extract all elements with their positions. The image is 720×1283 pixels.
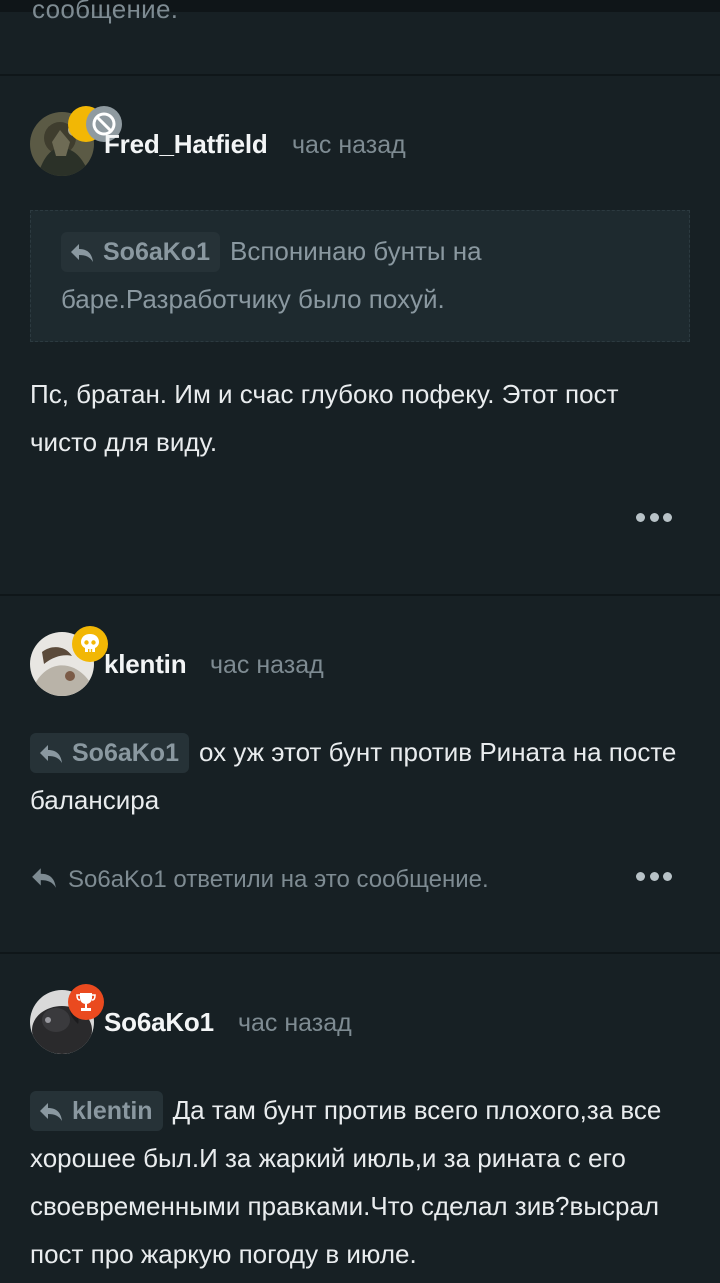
more-options-icon[interactable] xyxy=(636,870,672,882)
quote-author-name: So6aKo1 xyxy=(103,238,210,266)
skull-icon xyxy=(72,626,108,662)
comment-time: час назад xyxy=(292,131,406,159)
comment-author[interactable]: klentin xyxy=(104,649,187,680)
quote-block: So6aKo1 Вспонинаю бунты на баре.Разработч… xyxy=(30,210,690,342)
trophy-icon xyxy=(68,984,104,1020)
reply-to-name: klentin xyxy=(72,1097,153,1125)
replies-note[interactable]: So6aKo1 ответили на это сообщение. xyxy=(30,866,489,894)
comment-body: Пс, братан. Им и счас глубоко пофеку. Эт… xyxy=(30,379,619,457)
reply-to-chip[interactable]: So6aKo1 xyxy=(30,733,189,773)
reply-to-name: So6aKo1 xyxy=(72,739,179,767)
comment-divider xyxy=(0,594,720,596)
comment-body: klentin Да там бунт против всего плохого,… xyxy=(30,1086,690,1278)
comment-divider xyxy=(0,74,720,76)
more-options-icon[interactable] xyxy=(636,511,672,523)
replies-note-text: So6aKo1 ответили на это сообщение. xyxy=(68,866,489,893)
comment-header: klentin час назад xyxy=(30,626,530,698)
comment-time: час назад xyxy=(238,1009,352,1037)
quote-author-chip[interactable]: So6aKo1 xyxy=(61,232,220,272)
comment-header: So6aKo1 час назад xyxy=(30,984,530,1056)
quote-text: So6aKo1 Вспонинаю бунты на баре.Разработч… xyxy=(61,227,681,323)
comment-body: So6aKo1 ох уж этот бунт против Рината на … xyxy=(30,728,690,824)
comment-author[interactable]: Fred_Hatfield xyxy=(104,129,268,160)
comment-header: Fred_Hatfield час назад xyxy=(30,106,530,178)
previous-comment-fragment: сообщение. xyxy=(32,0,179,24)
comment-time: час назад xyxy=(210,651,324,679)
reply-to-chip[interactable]: klentin xyxy=(30,1091,163,1131)
comment-divider xyxy=(0,952,720,954)
comment-author[interactable]: So6aKo1 xyxy=(104,1007,214,1038)
